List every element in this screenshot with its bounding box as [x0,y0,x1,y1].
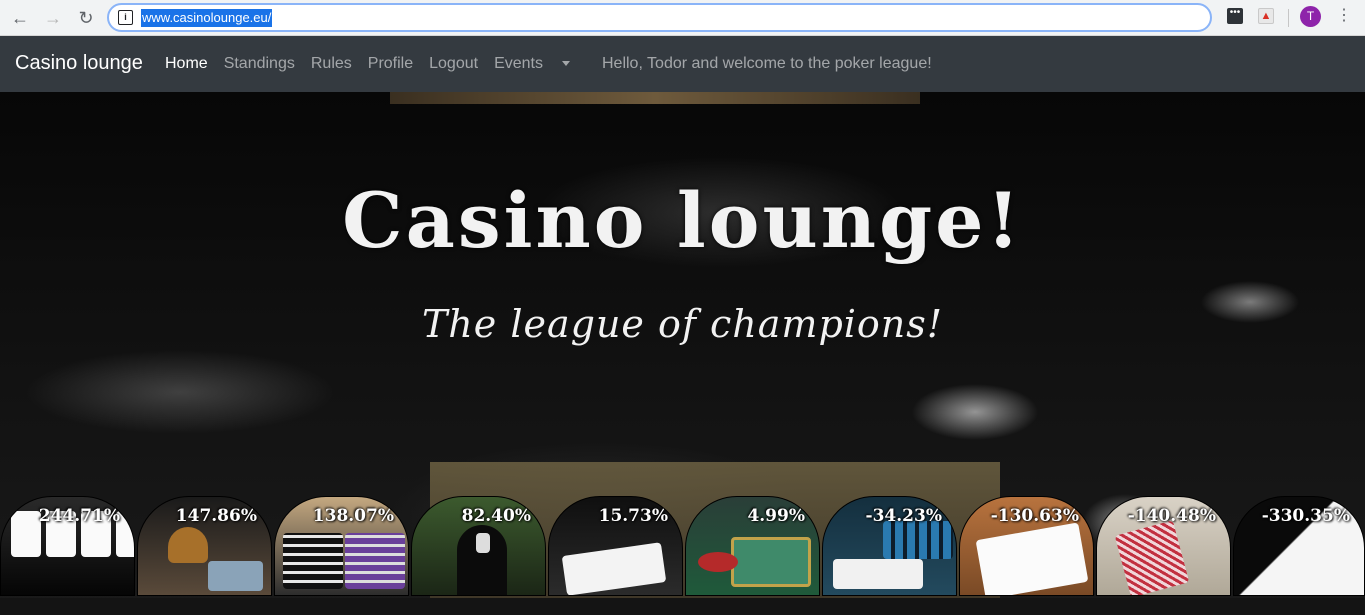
player-percentage: -34.23% [865,506,942,526]
felt-image [731,537,811,587]
chip-image [698,552,738,572]
player-card[interactable]: -140.48% [1096,496,1231,596]
pdf-extension-icon[interactable]: ▲ [1258,8,1274,24]
hero-subtitle: The league of champions! [421,302,944,346]
player-percentage: -130.63% [990,506,1079,526]
player-card[interactable]: 138.07% [274,496,409,596]
card-names-strip [0,598,1365,615]
player-percentage: 15.73% [598,506,668,526]
player-percentage: 244.71% [38,506,120,526]
player-card[interactable]: -34.23% [822,496,957,596]
nav-rules[interactable]: Rules [311,55,352,73]
nav-standings[interactable]: Standings [224,55,295,73]
back-arrow-icon[interactable]: ← [8,6,32,30]
cards-image [833,559,923,589]
profile-avatar[interactable]: T [1300,6,1321,27]
extension-icon[interactable]: ••• [1227,8,1243,24]
red-deck-image [1114,520,1190,595]
aces-image [561,542,667,595]
reload-icon[interactable]: ↻ [74,6,98,30]
navbar-brand[interactable]: Casino lounge [15,52,143,75]
player-percentage: 138.07% [312,506,394,526]
more-menu-icon[interactable]: ⋮ [1336,8,1352,26]
url-text[interactable]: www.casinolounge.eu/ [141,9,273,27]
player-card[interactable]: 4.99% [685,496,820,596]
chip-stack-image [883,521,953,559]
nav-links: Home Standings Rules Profile Logout Even… [165,55,948,73]
player-card[interactable]: 82.40% [411,496,546,596]
player-card[interactable]: -330.35% [1233,496,1365,596]
toolbar-divider [1288,9,1289,27]
hero-top-decor [390,92,920,104]
site-navbar: Casino lounge Home Standings Rules Profi… [0,36,1365,92]
four-aces-image [975,522,1089,595]
player-percentage: -140.48% [1127,506,1216,526]
nav-logout[interactable]: Logout [429,55,478,73]
player-card[interactable]: 244.71% [0,496,135,596]
player-card[interactable]: 147.86% [137,496,272,596]
player-percentage: 147.86% [175,506,257,526]
card-image [208,561,263,591]
nav-greeting: Hello, Todor and welcome to the poker le… [601,55,932,72]
hero-title: Casino lounge! [342,176,1023,265]
nav-events-label: Events [494,55,543,72]
glass-image [168,527,208,563]
nav-home[interactable]: Home [165,55,208,73]
hero-banner: Casino lounge! The league of champions! … [0,92,1365,615]
player-percentage: -330.35% [1261,506,1350,526]
site-info-icon[interactable]: i [118,10,133,25]
nav-profile[interactable]: Profile [368,55,413,73]
chip-stack-image [345,533,405,589]
player-cards-row: 244.71% 147.86% 138.07% 82.40% 15.73% 4.… [0,496,1365,607]
chip-stack-image [283,533,343,589]
player-percentage: 4.99% [747,506,805,526]
address-bar[interactable]: i www.casinolounge.eu/ [107,3,1212,32]
card-image [11,511,41,557]
chevron-down-icon [561,61,570,67]
player-percentage: 82.40% [461,506,531,526]
browser-toolbar: ← → ↻ i www.casinolounge.eu/ ••• ▲ T ⋮ [0,0,1365,36]
player-card[interactable]: 15.73% [548,496,683,596]
card-image [476,533,490,553]
nav-events-dropdown[interactable]: Events [494,55,586,73]
player-card[interactable]: -130.63% [959,496,1094,596]
forward-arrow-icon[interactable]: → [41,6,65,30]
